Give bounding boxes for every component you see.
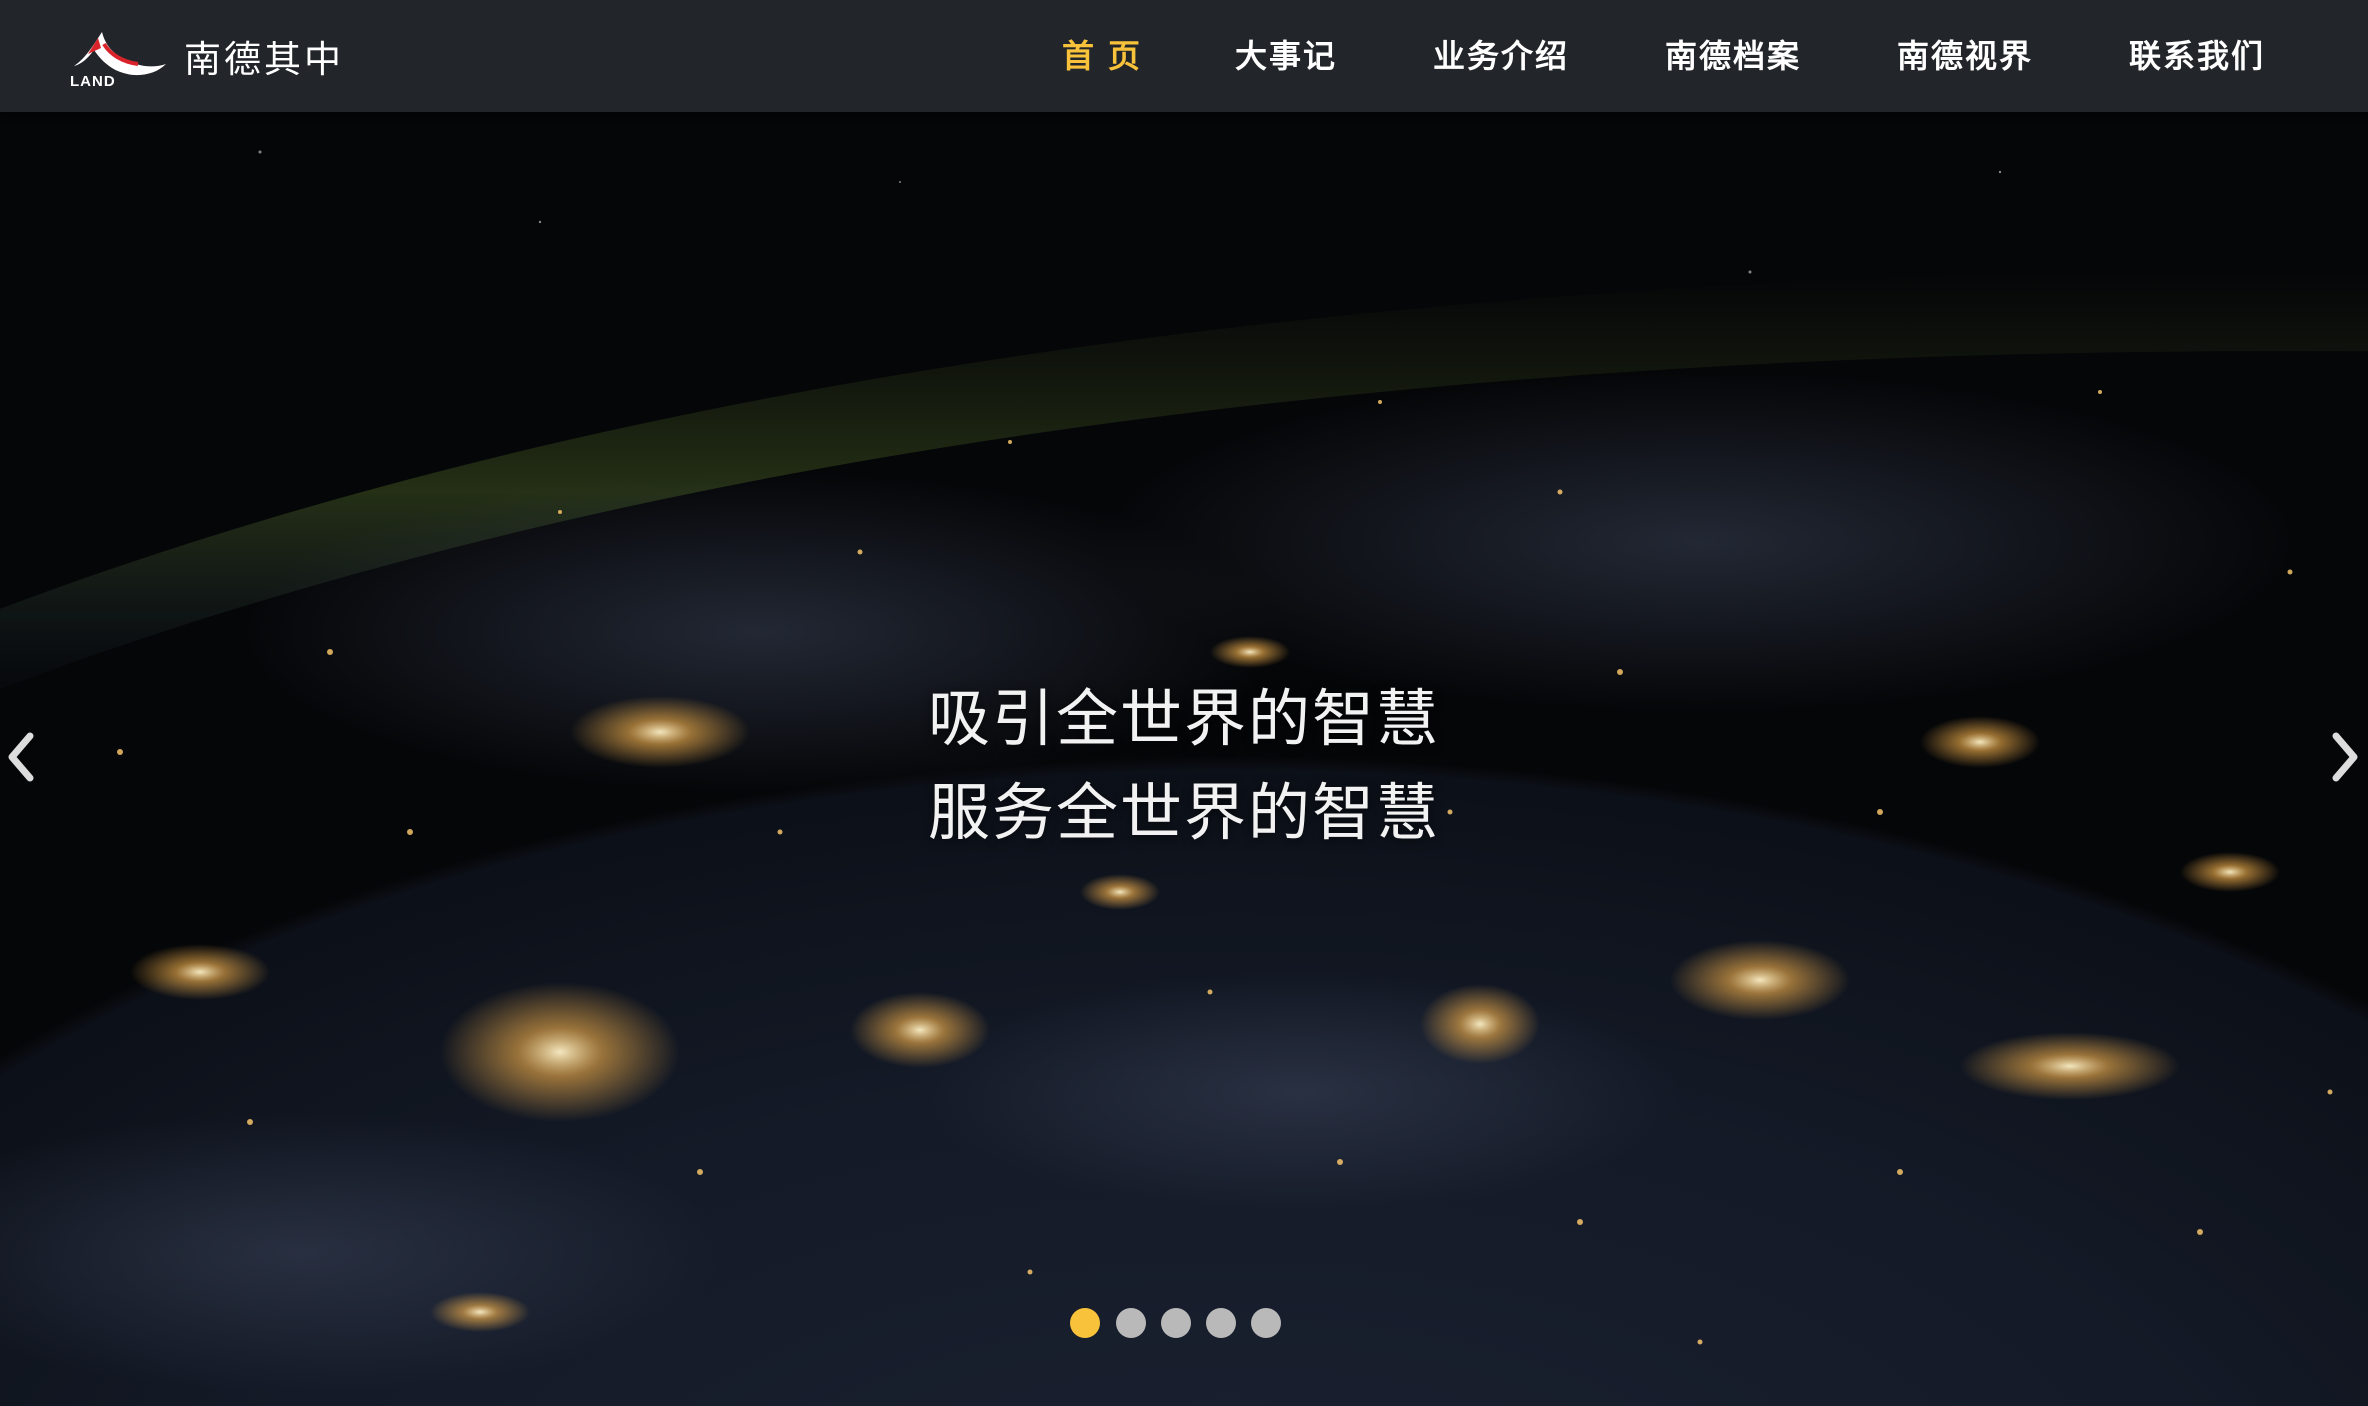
carousel-prev-button[interactable] [0, 722, 44, 792]
chevron-right-icon [2332, 732, 2358, 782]
nav-item-vision[interactable]: 南德视界 [1897, 32, 2033, 80]
nav-item-contact[interactable]: 联系我们 [2129, 32, 2265, 80]
earth-night-image [0, 150, 2368, 1392]
carousel-dot-5[interactable] [1251, 1308, 1281, 1338]
main-nav: 首页 大事记 业务介绍 南德档案 南德视界 联系我们 [0, 0, 2368, 112]
carousel-dot-4[interactable] [1206, 1308, 1236, 1338]
nav-item-milestones[interactable]: 大事记 [1235, 32, 1337, 80]
nav-item-archives[interactable]: 南德档案 [1665, 32, 1801, 80]
nav-item-business[interactable]: 业务介绍 [1433, 32, 1569, 80]
nav-item-home[interactable]: 首页 [1062, 32, 1154, 80]
hero-headline-1: 吸引全世界的智慧 [927, 682, 1440, 755]
chevron-left-icon [8, 732, 34, 782]
hero-carousel: 吸引全世界的智慧 服务全世界的智慧 [0, 112, 2368, 1406]
site-header: LAND 南德其中 首页 大事记 业务介绍 南德档案 南德视界 联系我们 [0, 0, 2368, 112]
hero-headline-2: 服务全世界的智慧 [927, 776, 1440, 849]
carousel-dot-3[interactable] [1161, 1308, 1191, 1338]
carousel-dot-2[interactable] [1116, 1308, 1146, 1338]
carousel-next-button[interactable] [2322, 722, 2366, 792]
carousel-dot-1[interactable] [1070, 1308, 1100, 1338]
